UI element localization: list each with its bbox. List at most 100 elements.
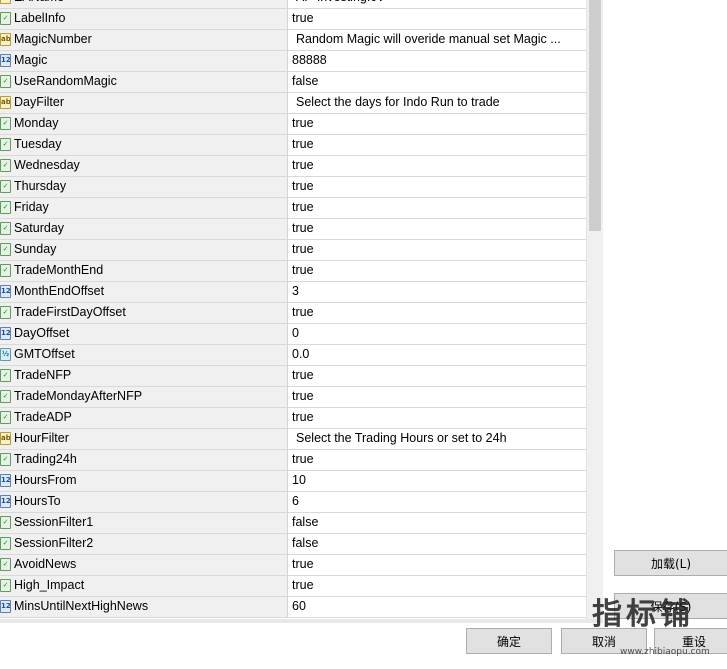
parameter-value[interactable]: 6: [292, 494, 299, 508]
parameter-value-cell[interactable]: true: [288, 240, 586, 260]
parameter-value-cell[interactable]: true: [288, 114, 586, 134]
parameter-value-cell[interactable]: true: [288, 408, 586, 428]
parameter-row[interactable]: ✓ Trading24h true: [0, 450, 586, 471]
parameter-row[interactable]: ab HourFilter Select the Trading Hours or …: [0, 429, 586, 450]
parameter-value[interactable]: false: [292, 74, 318, 88]
parameter-value[interactable]: false: [292, 536, 318, 550]
parameter-row[interactable]: ✓ Monday true: [0, 114, 586, 135]
parameter-value[interactable]: true: [292, 158, 314, 172]
parameter-row[interactable]: ✓ Friday true: [0, 198, 586, 219]
reset-button[interactable]: 重设: [654, 628, 727, 654]
parameter-row[interactable]: ab MagicNumber Random Magic will overide m…: [0, 30, 586, 51]
parameter-value[interactable]: true: [292, 305, 314, 319]
parameter-row[interactable]: ✓ Tuesday true: [0, 135, 586, 156]
parameter-value[interactable]: true: [292, 221, 314, 235]
parameter-row[interactable]: ✓ LabelInfo true: [0, 9, 586, 30]
parameter-value[interactable]: 0.0: [292, 347, 309, 361]
parameter-row[interactable]: ✓ SessionFilter1 false: [0, 513, 586, 534]
parameter-value[interactable]: Random Magic will overide manual set Mag…: [296, 32, 561, 46]
parameter-row[interactable]: ✓ TradeFirstDayOffset true: [0, 303, 586, 324]
parameter-value[interactable]: Select the days for Indo Run to trade: [296, 95, 500, 109]
parameter-row[interactable]: abEAName AP-InvestingIcV: [0, 0, 586, 9]
parameter-row[interactable]: 123HoursFrom 10: [0, 471, 586, 492]
parameter-value[interactable]: 60: [292, 599, 306, 613]
parameter-value-cell[interactable]: true: [288, 261, 586, 281]
load-button[interactable]: 加载(L): [614, 550, 727, 576]
parameter-value-cell[interactable]: Select the days for Indo Run to trade: [288, 93, 586, 113]
parameter-name-cell: ✓ Friday: [0, 198, 288, 218]
parameter-value-cell[interactable]: 88888: [288, 51, 586, 71]
parameter-value[interactable]: true: [292, 452, 314, 466]
parameter-row[interactable]: ✓ Wednesday true: [0, 156, 586, 177]
parameter-value[interactable]: true: [292, 11, 314, 25]
ok-button[interactable]: 确定: [466, 628, 552, 654]
parameter-value[interactable]: true: [292, 137, 314, 151]
string-param-icon: ab: [0, 96, 11, 109]
parameter-row[interactable]: 123MinsUntilNextHighNews 60: [0, 597, 586, 618]
parameter-row[interactable]: ✓ TradeNFP true: [0, 366, 586, 387]
parameter-row[interactable]: ✓ Sunday true: [0, 240, 586, 261]
parameter-value[interactable]: true: [292, 578, 314, 592]
parameter-value-cell[interactable]: 10: [288, 471, 586, 491]
vertical-scrollbar[interactable]: [586, 0, 603, 620]
parameter-value[interactable]: true: [292, 116, 314, 130]
parameter-row[interactable]: ✓ Saturday true: [0, 219, 586, 240]
parameter-value-cell[interactable]: true: [288, 198, 586, 218]
parameter-row[interactable]: 123MonthEndOffset 3: [0, 282, 586, 303]
parameter-value-cell[interactable]: true: [288, 576, 586, 596]
parameter-value-cell[interactable]: true: [288, 219, 586, 239]
parameter-value-cell[interactable]: 0: [288, 324, 586, 344]
parameter-value[interactable]: true: [292, 557, 314, 571]
parameter-value-cell[interactable]: AP-InvestingIcV: [288, 0, 586, 8]
parameter-value-cell[interactable]: 6: [288, 492, 586, 512]
parameter-value[interactable]: false: [292, 515, 318, 529]
parameter-row[interactable]: 123Magic 88888: [0, 51, 586, 72]
parameter-row[interactable]: ✓ UseRandomMagic false: [0, 72, 586, 93]
parameter-value[interactable]: true: [292, 263, 314, 277]
parameter-row[interactable]: ✓ Thursday true: [0, 177, 586, 198]
parameter-row[interactable]: 123DayOffset 0: [0, 324, 586, 345]
parameter-row[interactable]: ✓ AvoidNews true: [0, 555, 586, 576]
scrollbar-thumb[interactable]: [589, 0, 601, 231]
parameter-value-cell[interactable]: true: [288, 450, 586, 470]
save-button[interactable]: 保存(S): [614, 593, 727, 619]
parameter-value[interactable]: 0: [292, 326, 299, 340]
parameter-value[interactable]: AP-InvestingIcV: [296, 0, 385, 4]
parameter-value[interactable]: true: [292, 368, 314, 382]
parameter-value[interactable]: true: [292, 242, 314, 256]
parameter-value[interactable]: 88888: [292, 53, 327, 67]
parameter-value-cell[interactable]: true: [288, 303, 586, 323]
parameter-row[interactable]: ✓ TradeADP true: [0, 408, 586, 429]
parameter-row[interactable]: ½ GMTOffset 0.0: [0, 345, 586, 366]
parameter-value-cell[interactable]: true: [288, 9, 586, 29]
parameter-value[interactable]: 3: [292, 284, 299, 298]
parameter-row[interactable]: ab DayFilter Select the days for Indo Run …: [0, 93, 586, 114]
parameter-value-cell[interactable]: 0.0: [288, 345, 586, 365]
parameter-value[interactable]: true: [292, 389, 314, 403]
parameter-value-cell[interactable]: true: [288, 387, 586, 407]
cancel-button[interactable]: 取消: [561, 628, 647, 654]
horizontal-scrollbar[interactable]: [0, 619, 603, 623]
parameter-value-cell[interactable]: true: [288, 156, 586, 176]
parameter-value-cell[interactable]: false: [288, 534, 586, 554]
parameter-row[interactable]: 123HoursTo 6: [0, 492, 586, 513]
parameter-value-cell[interactable]: 3: [288, 282, 586, 302]
parameter-value-cell[interactable]: false: [288, 72, 586, 92]
parameter-value[interactable]: 10: [292, 473, 306, 487]
parameter-value[interactable]: true: [292, 179, 314, 193]
parameter-value-cell[interactable]: 60: [288, 597, 586, 617]
parameter-value-cell[interactable]: true: [288, 366, 586, 386]
parameter-value-cell[interactable]: true: [288, 135, 586, 155]
parameter-row[interactable]: ✓ SessionFilter2 false: [0, 534, 586, 555]
parameter-value-cell[interactable]: true: [288, 555, 586, 575]
parameter-row[interactable]: ✓ TradeMonthEnd true: [0, 261, 586, 282]
parameter-row[interactable]: ✓ High_Impact true: [0, 576, 586, 597]
parameter-value-cell[interactable]: true: [288, 177, 586, 197]
parameter-value[interactable]: Select the Trading Hours or set to 24h: [296, 431, 507, 445]
parameter-value[interactable]: true: [292, 410, 314, 424]
parameter-value-cell[interactable]: false: [288, 513, 586, 533]
parameter-row[interactable]: ✓ TradeMondayAfterNFP true: [0, 387, 586, 408]
parameter-value[interactable]: true: [292, 200, 314, 214]
parameter-value-cell[interactable]: Random Magic will overide manual set Mag…: [288, 30, 586, 50]
parameter-value-cell[interactable]: Select the Trading Hours or set to 24h: [288, 429, 586, 449]
